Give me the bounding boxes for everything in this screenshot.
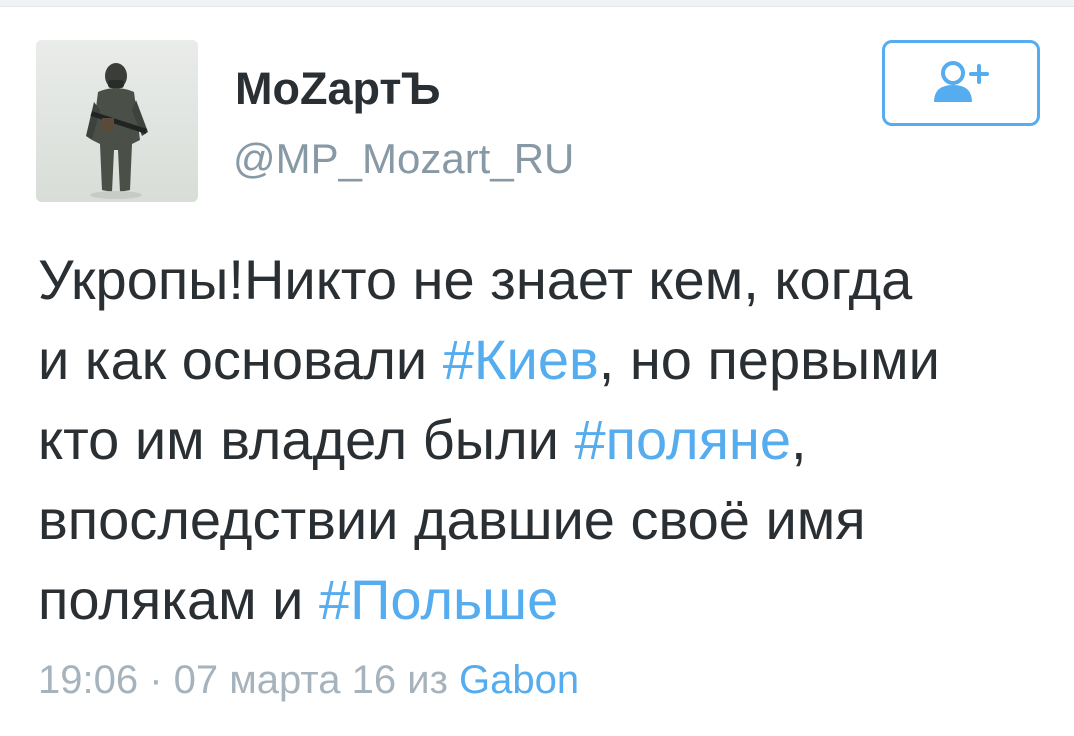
tweet-line-3: кто им владел были #поляне, [38, 408, 807, 471]
tweet-line-5: полякам и #Польше [38, 568, 559, 631]
user-handle[interactable]: @MP_Mozart_RU [233, 138, 574, 180]
avatar[interactable] [36, 40, 198, 202]
top-divider [0, 0, 1074, 7]
display-name[interactable]: MoZaртЪ [235, 66, 441, 111]
tweet-line-2: и как основали #Киев, но первыми [38, 328, 940, 391]
tweet-source-link[interactable]: Gabon [459, 658, 579, 702]
hashtag-polyane[interactable]: #поляне [575, 408, 791, 471]
meta-from: из [396, 658, 460, 702]
soldier-avatar-icon [36, 40, 198, 202]
add-user-icon [934, 61, 989, 102]
meta-separator: · [138, 658, 174, 702]
follow-button[interactable] [882, 40, 1040, 126]
tweet-text: Укропы!Никто не знает кем, когда и как о… [38, 240, 1048, 640]
hashtag-polshe[interactable]: #Польше [319, 568, 558, 631]
tweet-line-4: впоследствии давшие своё имя [38, 488, 866, 551]
tweet-meta: 19:06 · 07 марта 16 из Gabon [38, 660, 579, 700]
tweet-date: 07 марта 16 [173, 658, 397, 702]
tweet-line-1: Укропы!Никто не знает кем, когда [38, 248, 913, 311]
hashtag-kiev[interactable]: #Киев [443, 328, 599, 391]
tweet-screen: MoZaртЪ @MP_Mozart_RU Укропы!Никто не зн… [0, 0, 1074, 736]
tweet-time: 19:06 [38, 658, 139, 702]
